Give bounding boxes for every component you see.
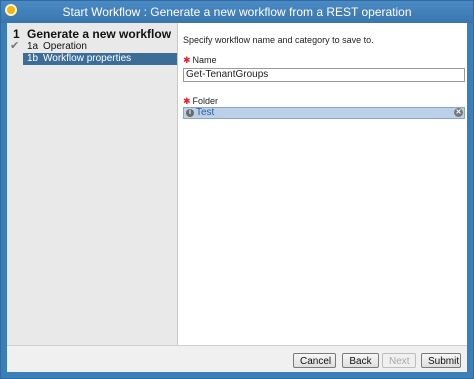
required-marker: ✱ xyxy=(183,96,191,106)
substep-label: Operation xyxy=(43,41,87,52)
window-title: Start Workflow : Generate a new workflow… xyxy=(62,5,412,19)
name-input[interactable]: Get-TenantGroups xyxy=(183,68,465,82)
workflow-window: Start Workflow : Generate a new workflow… xyxy=(0,0,474,379)
form-hint: Specify workflow name and category to sa… xyxy=(183,35,374,45)
name-label-text: Name xyxy=(192,55,217,65)
substep-label: Workflow properties xyxy=(43,53,132,64)
next-button[interactable]: Next xyxy=(382,353,416,368)
substep-number: 1a xyxy=(27,41,39,52)
step-label: Generate a new workflow ... xyxy=(27,27,173,41)
step-title[interactable]: 1 Generate a new workflow ... xyxy=(13,27,173,41)
required-marker: ✱ xyxy=(183,55,191,65)
button-bar: Cancel Back Next Submit xyxy=(7,345,467,372)
name-label: ✱ Name xyxy=(183,55,217,66)
substep-number: 1b xyxy=(27,53,39,64)
substep-workflow-properties[interactable]: 1b Workflow properties xyxy=(23,53,177,65)
folder-label: ✱ Folder xyxy=(183,96,218,107)
checkmark-icon: ✔ xyxy=(10,40,20,52)
substep-operation[interactable]: 1a Operation xyxy=(23,41,177,53)
back-button[interactable]: Back xyxy=(342,353,379,368)
form-panel: Specify workflow name and category to sa… xyxy=(183,23,467,345)
dialog-client: 1 Generate a new workflow ... ✔ 1a Operati… xyxy=(7,23,467,372)
folder-value: Test xyxy=(196,107,215,118)
wizard-sidebar: 1 Generate a new workflow ... ✔ 1a Operati… xyxy=(7,23,178,345)
folder-label-text: Folder xyxy=(192,96,219,106)
submit-button[interactable]: Submit xyxy=(421,353,461,368)
title-bar[interactable]: Start Workflow : Generate a new workflow… xyxy=(1,1,473,23)
folder-selector[interactable]: i Test ✕ xyxy=(183,107,465,119)
info-icon: i xyxy=(186,109,194,117)
cancel-button[interactable]: Cancel xyxy=(293,353,336,368)
clear-icon[interactable]: ✕ xyxy=(454,108,463,117)
step-number: 1 xyxy=(13,27,20,41)
